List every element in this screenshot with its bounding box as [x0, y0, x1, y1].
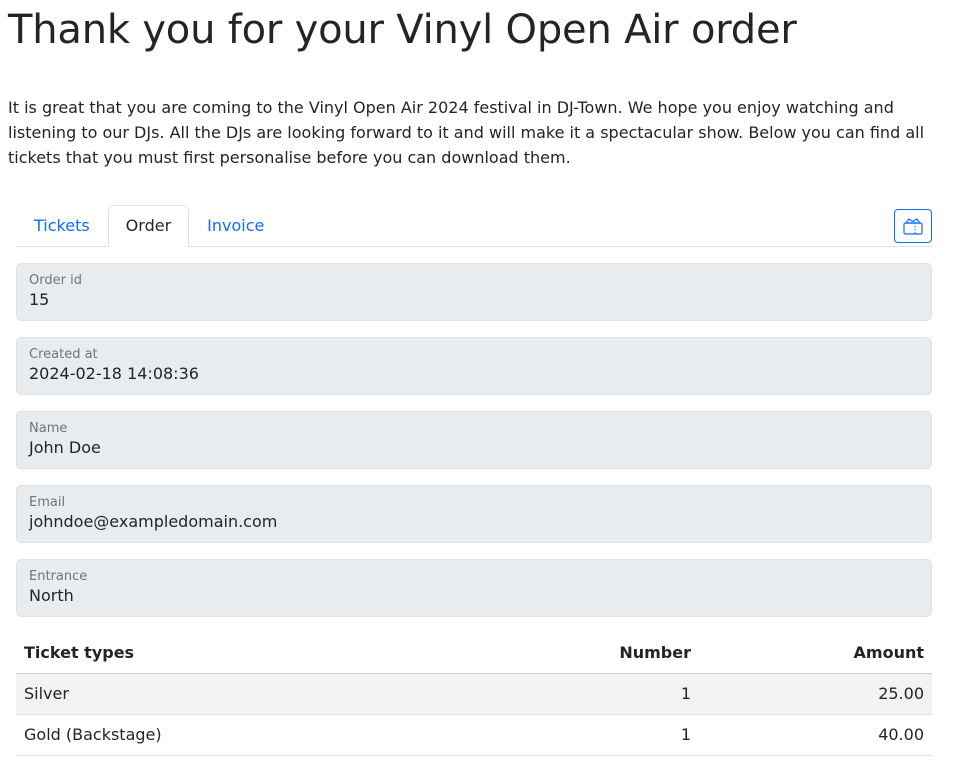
email-label: Email [29, 495, 66, 510]
order-card: Tickets Order Invoice Order id 15 Create… [16, 205, 932, 756]
created-at-field: Created at 2024-02-18 14:08:36 [16, 337, 932, 395]
header-ticket-types: Ticket types [16, 633, 536, 674]
header-number: Number [536, 633, 699, 674]
ticket-amount-cell: 25.00 [699, 673, 932, 715]
email-value: johndoe@exampledomain.com [29, 512, 278, 531]
name-value: John Doe [29, 438, 101, 457]
ticket-amount-cell: 40.00 [699, 714, 932, 756]
name-label: Name [29, 421, 68, 436]
ticket-number-cell: 1 [536, 714, 699, 756]
intro-text: It is great that you are coming to the V… [8, 98, 925, 167]
order-id-value: 15 [29, 290, 50, 309]
tab-invoice[interactable]: Invoice [189, 205, 282, 247]
ticket-types-table: Ticket types Number Amount Silver 1 25.0… [16, 633, 932, 756]
tab-order[interactable]: Order [107, 205, 190, 247]
created-at-value: 2024-02-18 14:08:36 [29, 364, 199, 383]
entrance-label: Entrance [29, 569, 88, 584]
created-at-label: Created at [29, 347, 98, 362]
entrance-field: Entrance North [16, 559, 932, 617]
tab-bar: Tickets Order Invoice [16, 205, 932, 247]
order-id-label: Order id [29, 273, 82, 288]
table-row: Gold (Backstage) 1 40.00 [16, 714, 932, 756]
ticket-number-cell: 1 [536, 673, 699, 715]
name-field: Name John Doe [16, 411, 932, 469]
order-id-field: Order id 15 [16, 263, 932, 321]
tab-tickets[interactable]: Tickets [16, 205, 108, 247]
ticket-icon [902, 216, 924, 236]
email-field: Email johndoe@exampledomain.com [16, 485, 932, 543]
table-row: Silver 1 25.00 [16, 673, 932, 715]
header-amount: Amount [699, 633, 932, 674]
order-page: Thank you for your Vinyl Open Air order … [0, 0, 966, 766]
ticket-type-cell: Gold (Backstage) [16, 714, 536, 756]
tickets-button[interactable] [894, 209, 932, 243]
page-title: Thank you for your Vinyl Open Air order [8, 7, 797, 53]
entrance-value: North [29, 586, 74, 605]
table-header-row: Ticket types Number Amount [16, 633, 932, 674]
ticket-type-cell: Silver [16, 673, 536, 715]
